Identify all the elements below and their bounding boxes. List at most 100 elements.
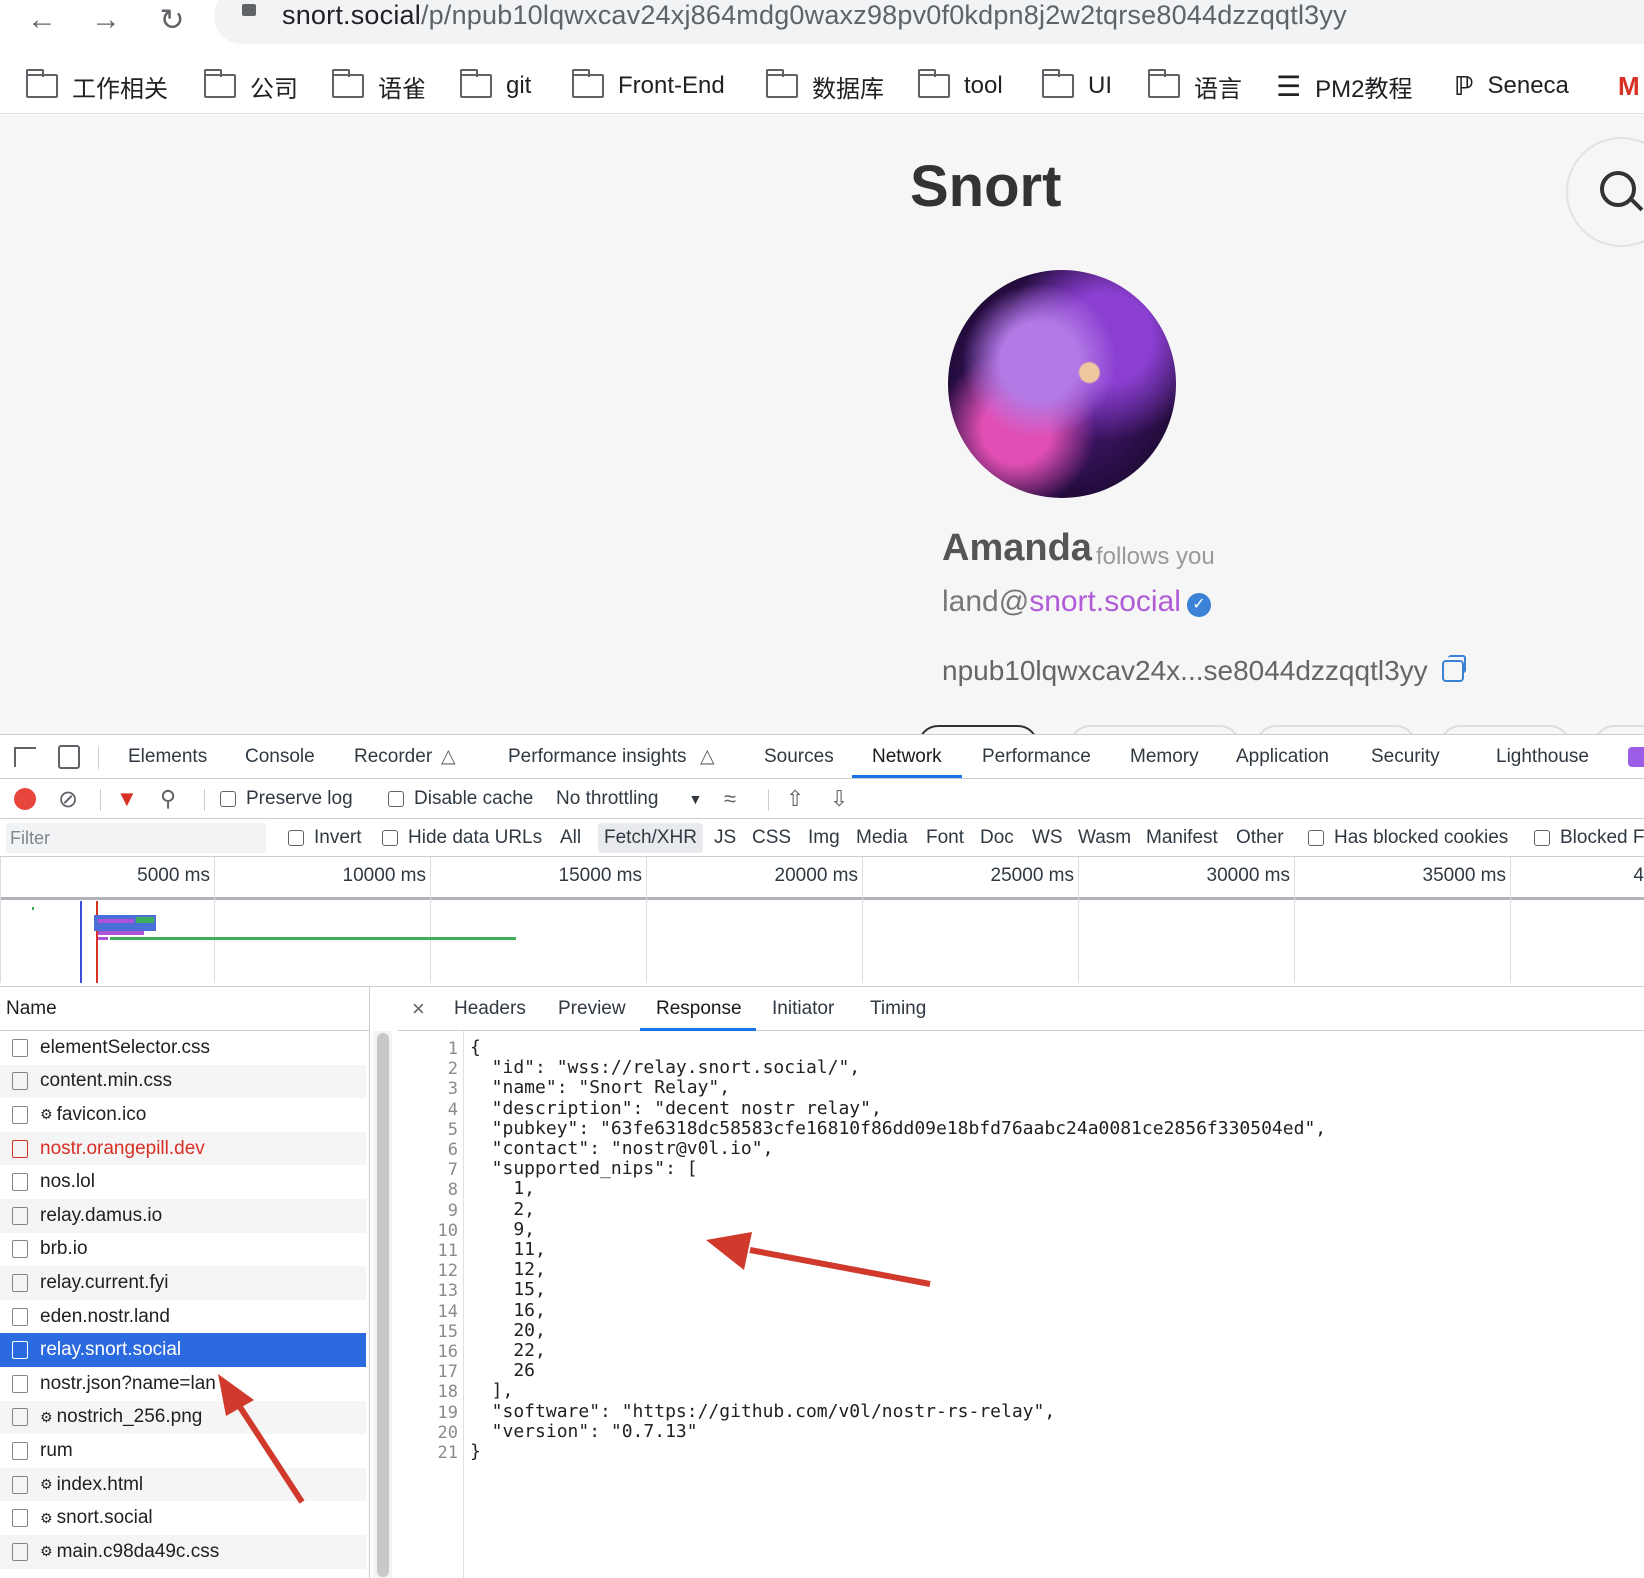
tab-response[interactable]: Response xyxy=(656,987,742,1031)
tab-application[interactable]: Application xyxy=(1236,735,1329,779)
request-row[interactable]: relay.damus.io xyxy=(0,1199,366,1233)
blocked-requests-checkbox[interactable]: Blocked F xyxy=(1534,819,1644,857)
filter-type-font[interactable]: Font xyxy=(926,819,964,857)
network-overview-timeline[interactable]: 5000 ms 10000 ms 15000 ms 20000 ms 25000… xyxy=(0,857,1644,987)
request-row[interactable]: relay.snort.social xyxy=(0,1333,366,1367)
bookmark-folder[interactable]: 公司 xyxy=(203,69,298,103)
bookmark-link[interactable]: ☰ PM2教程 xyxy=(1276,70,1412,103)
filter-type-ws[interactable]: WS xyxy=(1032,819,1063,857)
filter-type-fetch-xhr[interactable]: Fetch/XHR xyxy=(598,823,703,853)
forward-icon[interactable]: → xyxy=(84,0,128,40)
filter-type-manifest[interactable]: Manifest xyxy=(1146,819,1218,857)
preserve-log-checkbox[interactable]: Preserve log xyxy=(220,779,353,819)
back-icon[interactable]: ← xyxy=(20,0,64,40)
request-row[interactable]: nostr.json?name=lan xyxy=(0,1367,366,1401)
request-name: nostrich_256.png xyxy=(56,1406,203,1428)
request-row[interactable]: ⚙ nostrich_256.png xyxy=(0,1400,366,1435)
request-row[interactable]: nos.lol xyxy=(0,1165,366,1199)
request-row[interactable]: ⚙ main.c98da49c.css xyxy=(0,1535,366,1569)
bookmark-folder[interactable]: git xyxy=(459,69,531,102)
request-row[interactable]: ⚙ favicon.ico xyxy=(0,1098,366,1132)
invert-checkbox[interactable]: Invert xyxy=(288,819,362,857)
filter-type-all[interactable]: All xyxy=(560,819,581,857)
export-har-icon[interactable]: ⇩ xyxy=(830,779,848,819)
request-row[interactable]: content.min.css xyxy=(0,1064,366,1099)
filter-type-doc[interactable]: Doc xyxy=(980,819,1014,857)
request-row[interactable]: elementSelector.css xyxy=(0,1031,366,1065)
name-column-header[interactable]: Name xyxy=(0,987,370,1031)
search-icon[interactable]: ⚲ xyxy=(160,779,176,819)
avatar[interactable] xyxy=(948,270,1176,498)
device-toolbar-icon[interactable] xyxy=(58,745,80,769)
request-row[interactable]: relay.current.fyi xyxy=(0,1266,366,1300)
disable-cache-checkbox[interactable]: Disable cache xyxy=(388,779,533,819)
bookmark-folder[interactable]: 数据库 xyxy=(765,69,884,103)
search-button[interactable] xyxy=(1566,137,1644,247)
tab-lighthouse[interactable]: Lighthouse xyxy=(1496,735,1589,779)
profile-name: Amanda xyxy=(942,527,1092,569)
scrollbar[interactable] xyxy=(374,1031,392,1578)
tab-performance-insights[interactable]: Performance insights xyxy=(508,735,686,779)
request-row[interactable]: brb.io xyxy=(0,1233,366,1267)
row-checkbox xyxy=(12,1206,28,1225)
request-name: content.min.css xyxy=(40,1070,172,1092)
filter-input[interactable]: Filter xyxy=(6,823,266,853)
filter-type-css[interactable]: CSS xyxy=(752,819,791,857)
tab-security[interactable]: Security xyxy=(1371,735,1440,779)
filter-type-other[interactable]: Other xyxy=(1236,819,1284,857)
line-number: 6 xyxy=(447,1140,458,1160)
bookmark-folder[interactable]: tool xyxy=(917,69,1003,102)
tab-memory[interactable]: Memory xyxy=(1130,735,1199,779)
hide-data-urls-checkbox[interactable]: Hide data URLs xyxy=(382,819,542,857)
has-blocked-cookies-checkbox[interactable]: Has blocked cookies xyxy=(1308,819,1508,857)
url-text[interactable]: snort.social/p/npub10lqwxcav24xj864mdg0w… xyxy=(282,0,1347,31)
scrollbar-thumb[interactable] xyxy=(377,1033,389,1577)
import-har-icon[interactable]: ⇧ xyxy=(786,779,804,819)
inspect-element-icon[interactable] xyxy=(14,747,36,767)
request-row[interactable]: ⚙ index.html xyxy=(0,1467,366,1502)
request-row[interactable]: rum xyxy=(0,1434,366,1468)
throttling-select[interactable]: No throttling ▼ xyxy=(556,779,702,819)
bookmark-folder[interactable]: 语雀 xyxy=(331,69,426,103)
filter-type-media[interactable]: Media xyxy=(856,819,908,857)
request-row[interactable]: eden.nostr.land xyxy=(0,1300,366,1334)
bookmark-folder[interactable]: 工作相关 xyxy=(25,69,168,103)
tab-headers[interactable]: Headers xyxy=(454,987,526,1031)
service-worker-icon: ⚙ xyxy=(40,1408,53,1425)
lock-icon xyxy=(242,4,256,16)
bookmark-folder[interactable]: UI xyxy=(1041,69,1112,102)
tab-sources[interactable]: Sources xyxy=(764,735,834,779)
line-number: 4 xyxy=(447,1099,458,1120)
close-icon[interactable]: × xyxy=(412,987,425,1031)
filter-type-wasm[interactable]: Wasm xyxy=(1078,819,1131,857)
tab-preview[interactable]: Preview xyxy=(558,987,626,1031)
row-checkbox xyxy=(12,1374,28,1393)
request-name: nostr.json?name=lan xyxy=(40,1372,216,1394)
tab-recorder[interactable]: Recorder xyxy=(354,735,432,779)
filter-type-img[interactable]: Img xyxy=(808,819,840,857)
tab-console[interactable]: Console xyxy=(245,735,315,779)
tab-initiator[interactable]: Initiator xyxy=(772,987,834,1031)
tab-performance[interactable]: Performance xyxy=(982,735,1091,779)
bookmark-folder[interactable]: Front-End xyxy=(571,69,725,102)
response-body[interactable]: 1{2 "id": "wss://relay.snort.social/", 3 … xyxy=(398,1037,1644,1578)
request-row[interactable]: ⚙ snort.social xyxy=(0,1501,366,1535)
record-button[interactable] xyxy=(14,779,36,819)
tab-elements[interactable]: Elements xyxy=(128,735,207,779)
request-name: rum xyxy=(40,1439,73,1461)
gmail-icon[interactable]: M xyxy=(1618,70,1640,102)
site-logo[interactable]: Snort xyxy=(910,153,1061,220)
filter-icon[interactable]: ▼ xyxy=(116,779,138,819)
bookmark-link[interactable]: ℙ Seneca xyxy=(1454,70,1569,102)
filter-type-js[interactable]: JS xyxy=(714,819,736,857)
copy-icon[interactable] xyxy=(1441,655,1466,682)
clear-icon[interactable]: ⊘ xyxy=(58,779,78,819)
reload-icon[interactable]: ↻ xyxy=(150,0,194,40)
request-row[interactable]: nostr.orangepill.dev xyxy=(0,1131,366,1166)
extension-icon[interactable] xyxy=(1628,747,1644,767)
network-conditions-icon[interactable]: ≈ xyxy=(724,779,736,819)
tab-network[interactable]: Network xyxy=(872,735,942,779)
bookmark-folder[interactable]: 语言 xyxy=(1147,69,1242,103)
tab-timing[interactable]: Timing xyxy=(870,987,926,1031)
response-line: 11, xyxy=(470,1239,546,1260)
